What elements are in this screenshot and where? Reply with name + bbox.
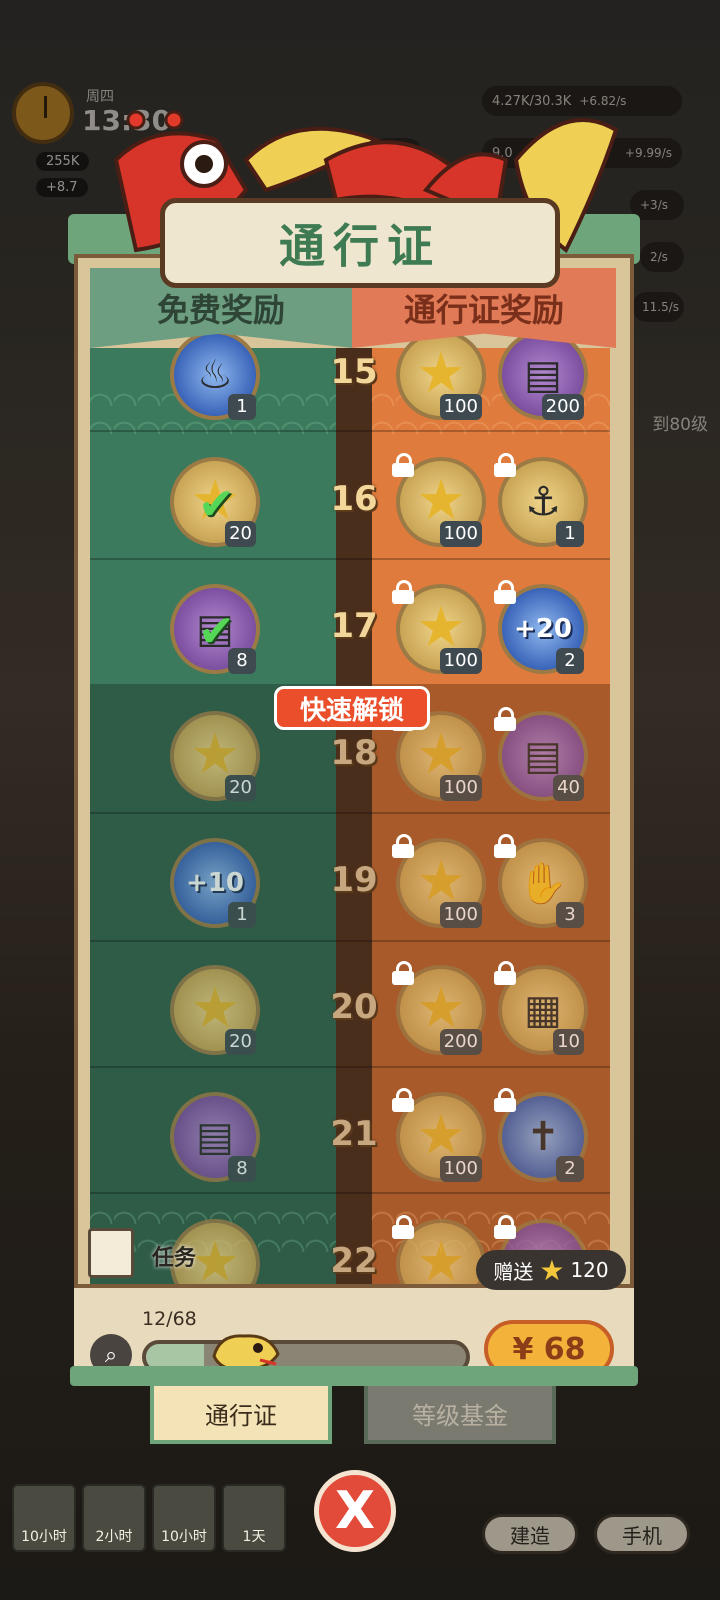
board-bottom-rail: [70, 1366, 638, 1386]
checkmark-icon: ✔: [198, 606, 235, 657]
reward-quantity: 2: [556, 1156, 584, 1182]
quick-unlock-button[interactable]: 快速解锁: [274, 686, 430, 730]
lock-icon: [392, 1215, 414, 1239]
tab-level-fund[interactable]: 等级基金: [364, 1386, 556, 1444]
lock-icon: [392, 453, 414, 477]
build-button: 建造: [482, 1514, 578, 1554]
level-number: 17: [330, 606, 378, 646]
lock-icon: [494, 961, 516, 985]
reward-quantity: 2: [556, 648, 584, 674]
row-divider: [90, 430, 610, 432]
reward-quantity: 100: [439, 902, 482, 928]
reward-quantity: 10: [553, 1029, 584, 1055]
reward-item[interactable]: ▤ 8: [170, 1092, 260, 1182]
row-divider: [90, 558, 610, 560]
reward-quantity: 40: [553, 775, 584, 801]
avatar: 10小时: [152, 1484, 216, 1552]
avatar: 10小时: [12, 1484, 76, 1552]
lock-icon: [494, 453, 516, 477]
reward-quantity: 100: [439, 648, 482, 674]
avatar: 2小时: [82, 1484, 146, 1552]
level-number: 21: [330, 1114, 378, 1154]
reward-quantity: 100: [439, 775, 482, 801]
lock-icon: [392, 961, 414, 985]
progress-count: 12/68: [142, 1308, 197, 1330]
avatar: 1天: [222, 1484, 286, 1552]
reward-quantity: 100: [439, 394, 482, 420]
gift-badge: 赠送 ★ 120: [476, 1250, 626, 1290]
pass-title: 通行证: [279, 219, 441, 273]
row-divider: [90, 1066, 610, 1068]
reward-item[interactable]: ▤ 8 ✔: [170, 584, 260, 674]
reward-item[interactable]: ▤ 200: [498, 330, 588, 420]
reward-quantity: 8: [228, 1156, 256, 1182]
reward-quantity: 20: [225, 775, 256, 801]
reward-quantity: 1: [228, 394, 256, 420]
star-icon: ★: [416, 1230, 467, 1295]
level-number: 22: [330, 1241, 378, 1281]
pass-title-banner: 通行证: [160, 198, 560, 288]
avatar-timer: 10小时: [161, 1529, 207, 1545]
lock-icon: [494, 1088, 516, 1112]
lock-icon: [494, 707, 516, 731]
lock-icon: [392, 580, 414, 604]
reward-quantity: 200: [541, 394, 584, 420]
lock-icon: [494, 834, 516, 858]
row-divider: [90, 1192, 610, 1194]
phone-button: 手机: [594, 1514, 690, 1554]
level-number: 18: [330, 733, 378, 773]
reward-item[interactable]: ♨ 1: [170, 330, 260, 420]
row-divider: [90, 812, 610, 814]
lock-icon: [494, 580, 516, 604]
reward-quantity: 200: [439, 1029, 482, 1055]
avatar-timer: 1天: [242, 1529, 266, 1545]
reward-quantity: 1: [556, 521, 584, 547]
reward-quantity: 100: [439, 1156, 482, 1182]
reward-quantity: 100: [439, 521, 482, 547]
reward-item[interactable]: ★ 20: [170, 711, 260, 801]
level-number: 19: [330, 860, 378, 900]
reward-item[interactable]: ★ 20 ✔: [170, 457, 260, 547]
star-icon: ★: [190, 1230, 241, 1295]
reward-quantity: 3: [556, 902, 584, 928]
task-notepad-icon[interactable]: [88, 1228, 134, 1278]
reward-item[interactable]: +10 1: [170, 838, 260, 928]
avatar-timer: 10小时: [21, 1529, 67, 1545]
gift-amount: 120: [570, 1258, 609, 1282]
level-number: 15: [330, 352, 378, 392]
level-number: 20: [330, 987, 378, 1027]
star-icon: ★: [539, 1253, 565, 1287]
reward-item[interactable]: ★ 20: [170, 965, 260, 1055]
row-divider: [90, 940, 610, 942]
lock-icon: [392, 1088, 414, 1112]
gift-label: 赠送: [493, 1259, 534, 1284]
avatar-timer: 2小时: [95, 1529, 133, 1545]
close-button[interactable]: X: [314, 1470, 396, 1552]
lock-icon: [494, 1215, 516, 1239]
reward-quantity: 20: [225, 1029, 256, 1055]
lock-icon: [392, 834, 414, 858]
tab-pass[interactable]: 通行证: [150, 1386, 332, 1444]
reward-quantity: 1: [228, 902, 256, 928]
level-number: 16: [330, 479, 378, 519]
checkmark-icon: ✔: [198, 479, 235, 530]
reward-item[interactable]: ★ 100: [396, 330, 486, 420]
task-label[interactable]: 任务: [152, 1240, 196, 1272]
